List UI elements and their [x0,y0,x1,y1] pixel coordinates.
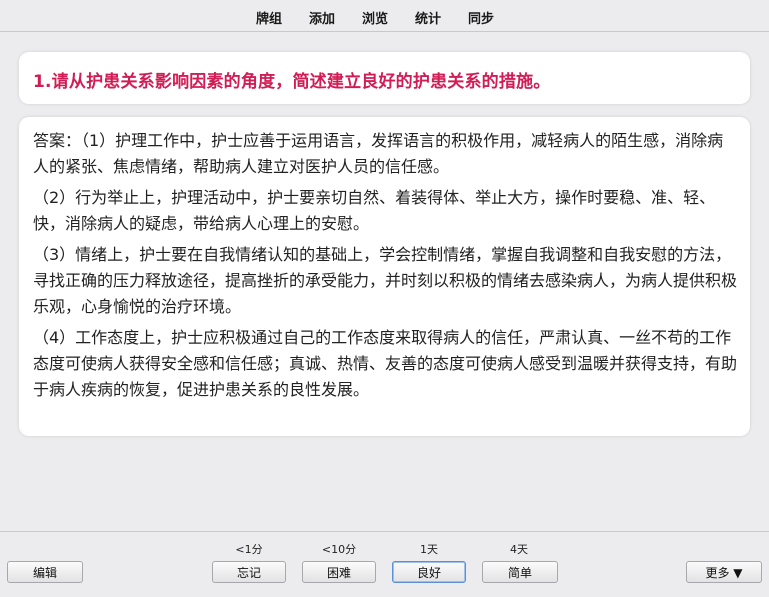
interval-easy: 4天 [510,543,528,556]
hard-button[interactable]: 困难 [302,561,376,583]
interval-good: 1天 [420,543,438,556]
top-toolbar: 牌组 添加 浏览 统计 同步 [0,0,769,32]
bottom-toolbar: 编辑 <1分 忘记 <10分 困难 1天 良好 4天 简单 更多 ▼ [0,531,769,597]
menu-decks[interactable]: 牌组 [256,8,282,27]
question-card: 1.请从护患关系影响因素的角度，简述建立良好的护患关系的措施。 [19,52,750,104]
interval-hard: <10分 [321,543,357,556]
menu-stats[interactable]: 统计 [415,8,441,27]
easy-button[interactable]: 简单 [482,561,558,583]
menu-sync[interactable]: 同步 [468,8,494,27]
good-button[interactable]: 良好 [392,561,466,583]
answer-body: 答案：（1）护理工作中，护士应善于运用语言，发挥语言的积极作用，减轻病人的陌生感… [33,128,739,408]
question-text: 1.请从护患关系影响因素的角度，简述建立良好的护患关系的措施。 [33,72,551,92]
answer-card: 答案：（1）护理工作中，护士应善于运用语言，发挥语言的积极作用，减轻病人的陌生感… [19,117,750,436]
menu-browse[interactable]: 浏览 [362,8,388,27]
interval-again: <1分 [235,543,263,556]
edit-button[interactable]: 编辑 [7,561,83,583]
again-button[interactable]: 忘记 [212,561,286,583]
answer-paragraph: （4）工作态度上，护士应积极通过自己的工作态度来取得病人的信任，严肃认真、一丝不… [33,328,738,399]
answer-paragraph: 答案：（1）护理工作中，护士应善于运用语言，发挥语言的积极作用，减轻病人的陌生感… [33,131,724,176]
answer-paragraph: （2）行为举止上，护理活动中，护士要亲切自然、着装得体、举止大方，操作时要稳、准… [33,188,716,233]
menu-add[interactable]: 添加 [309,8,335,27]
more-button[interactable]: 更多 ▼ [686,561,762,583]
answer-paragraph: （3）情绪上，护士要在自我情绪认知的基础上，学会控制情绪，掌握自我调整和自我安慰… [33,245,738,316]
